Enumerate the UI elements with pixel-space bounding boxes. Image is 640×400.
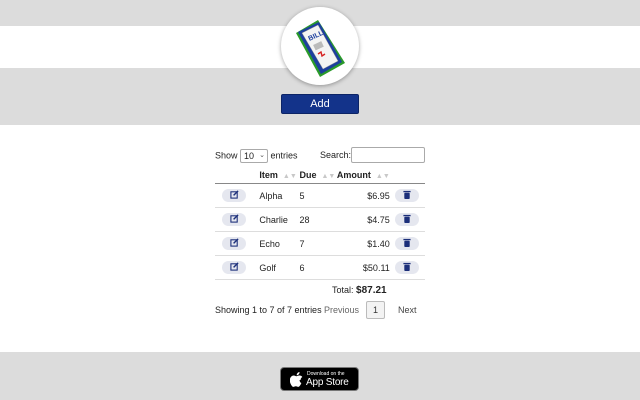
edit-icon (229, 190, 239, 199)
table-row: Charlie 28 $4.75 (215, 207, 425, 232)
item-cell: Golf (259, 255, 300, 280)
search-label: Search: (320, 150, 352, 160)
header-delete (389, 166, 425, 184)
bill-logo-icon: BILL (296, 20, 345, 77)
edit-cell (215, 231, 260, 256)
amount-cell: $4.75 (336, 207, 390, 232)
table-row: Echo 7 $1.40 (215, 231, 425, 256)
trash-icon (403, 191, 411, 200)
edit-cell (215, 255, 260, 280)
entries-select[interactable]: 10 ⌄ (240, 149, 269, 163)
edit-button[interactable] (222, 213, 246, 226)
header-due-label: Due (299, 169, 317, 180)
trash-icon (403, 239, 411, 248)
current-page-button[interactable]: 1 (366, 301, 385, 319)
delete-cell (389, 231, 425, 256)
edit-icon (229, 238, 239, 247)
header-amount-label: Amount (336, 169, 371, 180)
delete-button[interactable] (395, 237, 420, 250)
pagination-info: Showing 1 to 7 of 7 entries (215, 305, 322, 315)
table-row: Golf 6 $50.11 (215, 255, 425, 280)
table-row: Alpha 5 $6.95 (215, 183, 425, 208)
due-cell: 28 (299, 207, 337, 232)
chevron-down-icon: ⌄ (259, 152, 266, 159)
edit-cell (215, 207, 260, 232)
header-amount[interactable]: Amount ▲▼ (336, 166, 390, 184)
item-cell: Alpha (259, 183, 300, 208)
table-controls: Show 10 ⌄ entries Search: (215, 147, 427, 165)
due-cell: 5 (299, 183, 337, 208)
table-header-row: Item ▲▼ Due ▲▼ Amount ▲▼ (215, 166, 425, 184)
header-item[interactable]: Item ▲▼ (259, 166, 300, 184)
length-control: Show 10 ⌄ entries (215, 149, 298, 163)
add-button[interactable]: Add (281, 94, 359, 114)
edit-icon (229, 214, 239, 223)
edit-cell (215, 183, 260, 208)
delete-button[interactable] (395, 213, 420, 226)
delete-cell (389, 207, 425, 232)
trash-icon (403, 263, 411, 272)
sort-icon: ▲▼ (375, 172, 390, 180)
delete-cell (389, 183, 425, 208)
delete-cell (389, 255, 425, 280)
due-cell: 6 (299, 255, 337, 280)
next-page-button[interactable]: Next (398, 305, 417, 315)
edit-button[interactable] (222, 261, 246, 274)
sort-icon: ▲▼ (282, 172, 297, 180)
item-cell: Echo (259, 231, 300, 256)
total-value: $87.21 (356, 285, 387, 296)
entries-label: entries (270, 150, 298, 161)
trash-icon (403, 215, 411, 224)
app-store-badge[interactable]: Download on the App Store (280, 367, 359, 391)
delete-button[interactable] (395, 261, 420, 274)
apple-icon (290, 372, 303, 387)
item-cell: Charlie (259, 207, 300, 232)
bills-table: Item ▲▼ Due ▲▼ Amount ▲▼ Alpha 5 $6.95 Char… (215, 166, 425, 280)
sort-icon: ▲▼ (321, 172, 336, 180)
delete-button[interactable] (395, 189, 420, 202)
amount-cell: $1.40 (336, 231, 390, 256)
header-due[interactable]: Due ▲▼ (299, 166, 337, 184)
show-label: Show (215, 150, 238, 161)
search-input[interactable] (351, 147, 425, 163)
amount-cell: $6.95 (336, 183, 390, 208)
app-store-big-text: App Store (306, 377, 349, 388)
amount-cell: $50.11 (336, 255, 390, 280)
edit-icon (229, 262, 239, 271)
total-summary: Total: $87.21 (332, 285, 387, 296)
previous-page-button[interactable]: Previous (324, 305, 359, 315)
edit-button[interactable] (222, 237, 246, 250)
due-cell: 7 (299, 231, 337, 256)
entries-select-value: 10 (244, 151, 255, 161)
header-edit (215, 166, 260, 184)
bill-logo: BILL (281, 7, 359, 85)
total-label: Total: (332, 285, 354, 295)
edit-button[interactable] (222, 189, 246, 202)
header-item-label: Item (259, 169, 278, 180)
